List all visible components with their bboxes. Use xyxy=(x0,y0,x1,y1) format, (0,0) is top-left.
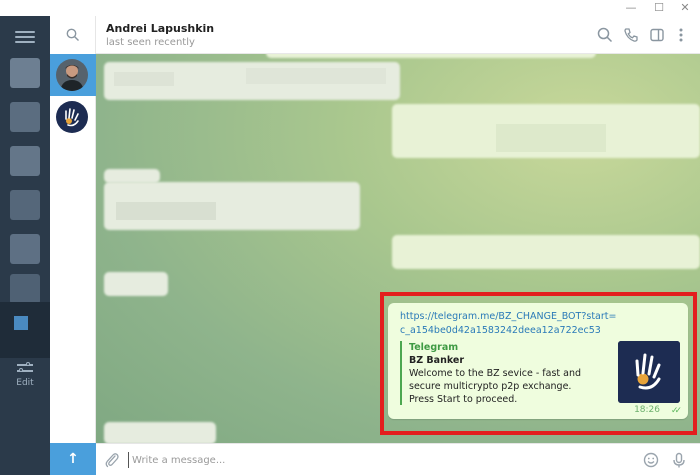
more-vertical-icon[interactable] xyxy=(672,26,690,44)
folder-tile[interactable] xyxy=(10,58,40,88)
chat-list: ↑ xyxy=(50,16,96,475)
avatar xyxy=(56,101,88,133)
chat-item-bot[interactable] xyxy=(50,96,96,138)
chat-item-andrei[interactable] xyxy=(50,54,96,96)
hamburger-icon[interactable] xyxy=(13,28,37,44)
chat-header: Andrei Lapushkin last seen recently xyxy=(96,16,700,54)
peer-name[interactable]: Andrei Lapushkin xyxy=(106,22,214,35)
minimize-button[interactable]: — xyxy=(620,1,642,15)
highlight-box xyxy=(380,292,697,435)
maximize-button[interactable]: ☐ xyxy=(648,1,670,15)
folder-tile[interactable] xyxy=(10,190,40,220)
folder-tile[interactable] xyxy=(10,146,40,176)
sidebar-toggle-icon[interactable] xyxy=(648,26,666,44)
edit-label: Edit xyxy=(16,378,34,388)
emoji-icon[interactable] xyxy=(642,451,660,469)
close-button[interactable]: ✕ xyxy=(674,1,696,15)
window-titlebar: — ☐ ✕ xyxy=(0,0,700,16)
chat-area: https://telegram.me/BZ_CHANGE_BOT?start=… xyxy=(96,54,700,443)
microphone-icon[interactable] xyxy=(670,451,688,469)
redacted-message xyxy=(104,422,216,443)
sliders-icon xyxy=(17,362,33,374)
search-icon xyxy=(66,28,79,41)
phone-icon[interactable] xyxy=(622,26,640,44)
search-icon[interactable] xyxy=(596,26,614,44)
redacted-message xyxy=(104,169,160,183)
scroll-up-button[interactable]: ↑ xyxy=(50,443,96,475)
folder-tile[interactable] xyxy=(10,274,40,304)
message-composer xyxy=(96,443,700,475)
arrow-up-icon: ↑ xyxy=(67,451,79,467)
search-button[interactable] xyxy=(50,16,96,54)
folder-tile[interactable] xyxy=(10,234,40,264)
avatar xyxy=(56,59,88,91)
message-input[interactable] xyxy=(128,452,628,468)
folder-tile[interactable] xyxy=(10,102,40,132)
paperclip-icon[interactable] xyxy=(104,451,120,469)
redacted-message xyxy=(392,235,700,269)
edit-folders-button[interactable]: Edit xyxy=(0,358,50,394)
redacted-message xyxy=(104,272,168,296)
redacted-message xyxy=(266,54,596,58)
folders-sidebar: Edit xyxy=(0,16,50,475)
folder-active[interactable] xyxy=(0,302,50,358)
peer-status: last seen recently xyxy=(106,37,195,48)
